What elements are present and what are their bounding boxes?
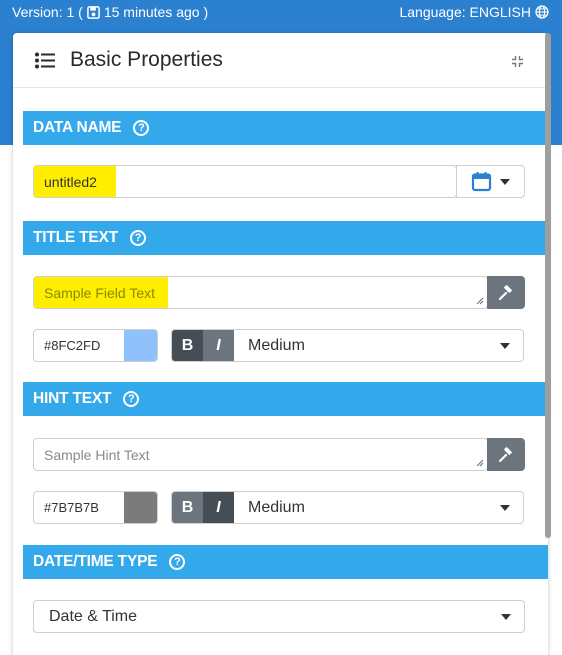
- hint-text-placeholder[interactable]: Sample Hint Text: [44, 439, 150, 470]
- title-text-placeholder[interactable]: Sample Field Text: [34, 277, 168, 308]
- panel-title: Basic Properties: [70, 48, 223, 71]
- bold-button[interactable]: B: [172, 330, 203, 361]
- saved-time: 15 minutes ago ): [103, 4, 209, 20]
- hammer-icon[interactable]: [498, 446, 514, 463]
- title-style-group: B I Medium: [171, 329, 524, 362]
- basic-properties-panel: Basic Properties DATA NAME ? untitled2 T…: [13, 33, 548, 655]
- hint-style-group: B I Medium: [171, 491, 524, 524]
- hammer-icon[interactable]: [498, 284, 514, 301]
- italic-button[interactable]: I: [203, 330, 234, 361]
- version-info: Version: 1 ( 15 minutes ago ): [12, 4, 208, 20]
- collapse-icon[interactable]: [511, 55, 524, 68]
- top-bar: Version: 1 ( 15 minutes ago ) Language: …: [0, 0, 562, 24]
- list-icon: [35, 52, 55, 69]
- section-heading: HINT TEXT: [33, 390, 112, 407]
- italic-button[interactable]: I: [203, 492, 234, 523]
- hint-text-input[interactable]: Sample Hint Text: [33, 438, 488, 471]
- bold-button[interactable]: B: [172, 492, 203, 523]
- resize-grip-icon[interactable]: [476, 459, 484, 467]
- version-label: Version: 1 (: [12, 4, 83, 20]
- datetime-type-value[interactable]: Date & Time: [49, 601, 137, 632]
- hint-text-magic-button[interactable]: [487, 438, 525, 471]
- globe-icon[interactable]: [535, 5, 549, 19]
- help-icon[interactable]: ?: [169, 554, 186, 570]
- section-hint-text: HINT TEXT ?: [23, 382, 548, 416]
- chevron-down-icon[interactable]: [500, 343, 510, 349]
- data-name-input[interactable]: untitled2: [33, 165, 457, 198]
- help-icon[interactable]: ?: [123, 391, 140, 407]
- help-icon[interactable]: ?: [129, 230, 146, 246]
- title-size-select[interactable]: Medium: [248, 330, 305, 361]
- panel-header: Basic Properties: [13, 33, 548, 88]
- scrollbar[interactable]: [545, 33, 551, 538]
- title-text-magic-button[interactable]: [487, 276, 525, 309]
- datetime-type-select[interactable]: Date & Time: [33, 600, 525, 633]
- language-selector[interactable]: Language: ENGLISH: [399, 4, 549, 20]
- chevron-down-icon[interactable]: [500, 178, 510, 185]
- calendar-dropdown-button[interactable]: [456, 165, 525, 198]
- section-heading: DATE/TIME TYPE: [33, 553, 158, 570]
- title-color-field[interactable]: #8FC2FD: [33, 329, 158, 362]
- section-heading: TITLE TEXT: [33, 229, 118, 246]
- section-heading: DATA NAME: [33, 119, 122, 136]
- title-color-swatch[interactable]: [124, 330, 157, 361]
- help-icon[interactable]: ?: [133, 120, 150, 136]
- hint-color-swatch[interactable]: [124, 492, 157, 523]
- resize-grip-icon[interactable]: [476, 297, 484, 305]
- chevron-down-icon[interactable]: [501, 614, 511, 620]
- title-text-input[interactable]: Sample Field Text: [33, 276, 488, 309]
- language-label[interactable]: Language: ENGLISH: [399, 4, 531, 20]
- hint-color-field[interactable]: #7B7B7B: [33, 491, 158, 524]
- title-color-hex[interactable]: #8FC2FD: [44, 330, 100, 361]
- section-datetime-type: DATE/TIME TYPE ?: [23, 545, 548, 579]
- data-name-value[interactable]: untitled2: [34, 166, 116, 197]
- hint-color-hex[interactable]: #7B7B7B: [44, 492, 99, 523]
- section-title-text: TITLE TEXT ?: [23, 221, 548, 255]
- save-icon: [87, 5, 100, 19]
- chevron-down-icon[interactable]: [500, 505, 510, 511]
- section-data-name: DATA NAME ?: [23, 111, 548, 145]
- calendar-icon[interactable]: [471, 171, 492, 192]
- hint-size-select[interactable]: Medium: [248, 492, 305, 523]
